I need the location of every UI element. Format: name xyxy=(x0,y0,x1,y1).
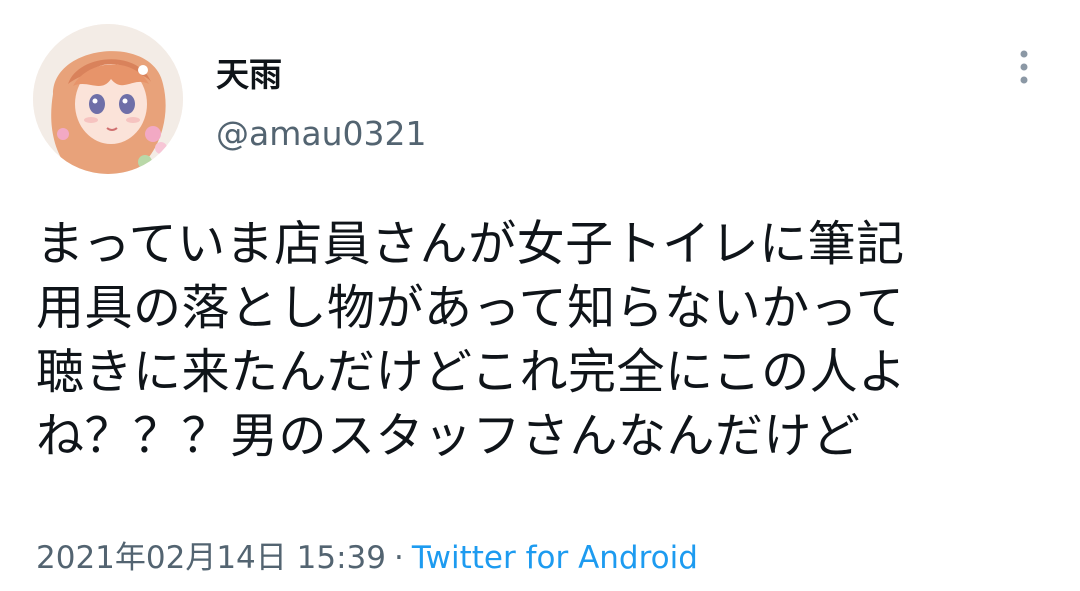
tweet-text: まっていま店員さんが女子トイレに筆記 用具の落とし物があって知らないかって 聴き… xyxy=(36,216,907,464)
tweet: 天雨 @amau0321 まっていま店員さんが女子トイレに筆記 用具の落とし物が… xyxy=(0,0,1080,591)
author-handle[interactable]: @amau0321 xyxy=(216,114,427,153)
tweet-timestamp[interactable]: 2021年02月14日 15:39 xyxy=(36,540,386,576)
meta-separator: · xyxy=(393,540,404,576)
tweet-meta: 2021年02月14日 15:39 · Twitter for Android xyxy=(36,532,698,577)
more-vertical-icon xyxy=(1000,44,1048,92)
avatar[interactable] xyxy=(33,24,183,174)
tweet-source-link[interactable]: Twitter for Android xyxy=(412,540,698,576)
author-display-name[interactable]: 天雨 xyxy=(216,48,282,96)
more-options-button[interactable] xyxy=(1000,44,1048,92)
